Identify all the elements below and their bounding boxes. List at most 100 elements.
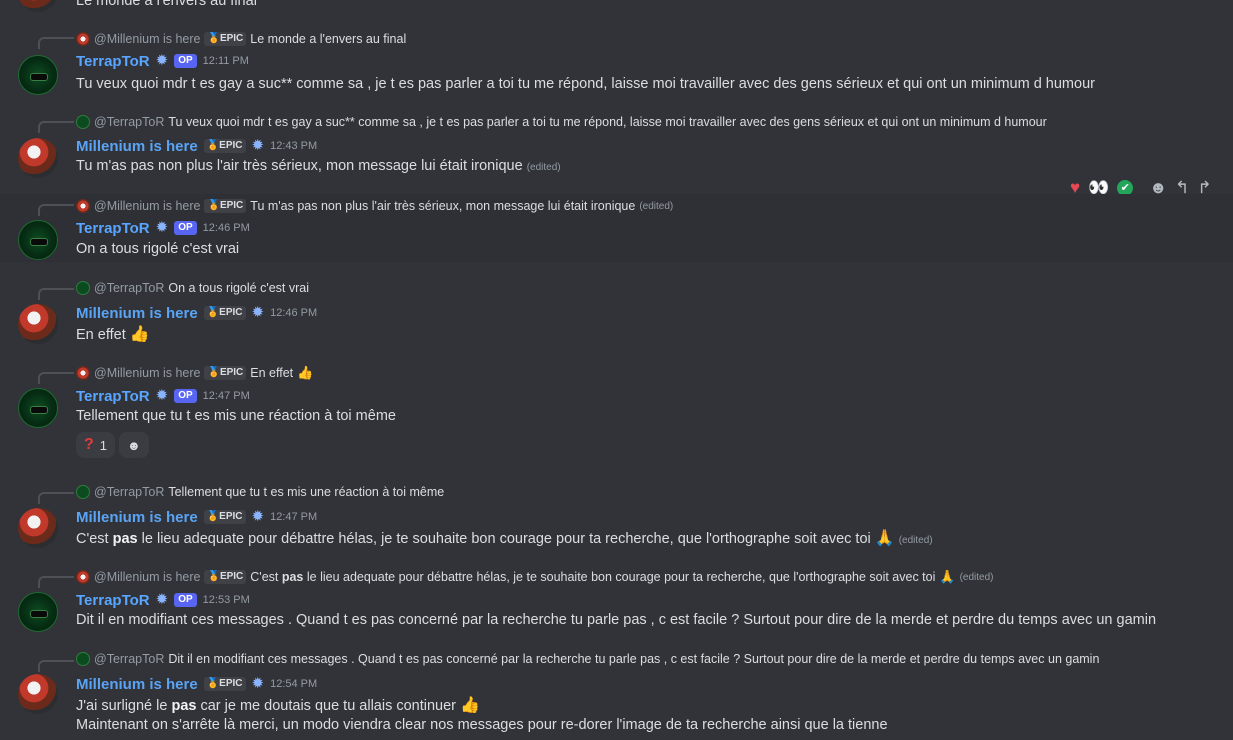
reply-author[interactable]: @TerrapToR [94, 115, 164, 129]
message: @TerrapToR Tu veux quoi mdr t es gay a s… [0, 112, 1233, 182]
reply-author[interactable]: @TerrapToR [94, 281, 164, 295]
reply-author[interactable]: @TerrapToR [94, 652, 164, 666]
message-text: Le monde a l'envers au final [76, 0, 257, 9]
op-tag: OP [174, 221, 197, 235]
reply-avatar [76, 485, 90, 499]
avatar[interactable] [18, 592, 58, 632]
thumbs-up-emoji-icon: 👍 [460, 697, 480, 714]
message-header: Millenium is here 🏅EPIC ✹ 12:47 PM [76, 507, 317, 527]
message: @Millenium is here 🏅EPIC En effet 👍 Terr… [0, 362, 1233, 462]
reply-connector [38, 576, 74, 588]
reply-edited-label: (edited) [959, 571, 994, 583]
reply-preview[interactable]: @TerrapToR On a tous rigolé c'est vrai [76, 280, 309, 296]
reply-avatar [76, 115, 90, 129]
reply-author[interactable]: @Millenium is here [94, 366, 200, 380]
reply-server-tag: 🏅EPIC [204, 570, 247, 584]
reply-author[interactable]: @Millenium is here [94, 199, 200, 213]
message-text: J'ai surligné le pas car je me doutais q… [76, 697, 480, 714]
op-tag: OP [174, 389, 197, 403]
reply-author[interactable]: @TerrapToR [94, 485, 164, 499]
avatar[interactable] [18, 220, 58, 260]
question-mark-icon: ? [84, 436, 94, 453]
reply-preview[interactable]: @Millenium is here 🏅EPIC Le monde a l'en… [76, 31, 406, 47]
thumbs-up-emoji-icon: 👍 [129, 326, 150, 343]
username[interactable]: Millenium is here [76, 138, 198, 155]
gear-badge-icon: ✹ [155, 591, 169, 608]
message-text: Tu veux quoi mdr t es gay a suc** comme … [76, 76, 1095, 92]
username[interactable]: TerrapToR [76, 388, 150, 405]
reply-connector [38, 288, 74, 300]
reply-author[interactable]: @Millenium is here [94, 32, 200, 46]
reply-preview[interactable]: @TerrapToR Dit il en modifiant ces messa… [76, 651, 1099, 667]
avatar[interactable] [18, 0, 58, 12]
message-header: Millenium is here 🏅EPIC ✹ 12:54 PM [76, 674, 317, 694]
avatar[interactable] [18, 674, 58, 714]
add-reaction-button[interactable]: ☻ [119, 432, 149, 458]
reply-preview[interactable]: @TerrapToR Tellement que tu t es mis une… [76, 484, 444, 500]
timestamp[interactable]: 12:11 PM [203, 55, 249, 67]
timestamp[interactable]: 12:46 PM [270, 307, 317, 319]
op-tag: OP [174, 54, 197, 68]
username[interactable]: TerrapToR [76, 220, 150, 237]
message: @TerrapToR On a tous rigolé c'est vrai M… [0, 278, 1233, 348]
gear-badge-icon: ✹ [251, 137, 265, 154]
reply-preview[interactable]: @Millenium is here 🏅EPIC En effet 👍 [76, 365, 313, 381]
gear-badge-icon: ✹ [155, 387, 169, 404]
message-text: Dit il en modifiant ces messages . Quand… [76, 612, 1157, 628]
message: @TerrapToR Tellement que tu t es mis une… [0, 482, 1233, 552]
reply-server-tag: 🏅EPIC [204, 32, 247, 46]
avatar[interactable] [18, 508, 58, 548]
timestamp[interactable]: 12:46 PM [203, 222, 250, 234]
gear-badge-icon: ✹ [251, 675, 265, 692]
timestamp[interactable]: 12:54 PM [270, 678, 317, 690]
pray-emoji-icon: 🙏 [939, 569, 956, 584]
username[interactable]: TerrapToR [76, 53, 150, 70]
reaction-count: 1 [99, 437, 108, 453]
avatar[interactable] [18, 304, 58, 344]
reply-preview[interactable]: @Millenium is here 🏅EPIC C'est pas le li… [76, 569, 993, 585]
reply-text: Tellement que tu t es mis une réaction à… [168, 485, 445, 499]
message-header: TerrapToR ✹ OP 12:53 PM [76, 590, 250, 610]
message-text: C'est pas le lieu adequate pour débattre… [76, 530, 933, 547]
avatar[interactable] [18, 388, 58, 428]
thumbs-up-emoji-icon: 👍 [297, 365, 314, 380]
username[interactable]: TerrapToR [76, 592, 150, 609]
timestamp[interactable]: 12:47 PM [270, 511, 317, 523]
username[interactable]: Millenium is here [76, 676, 198, 693]
timestamp[interactable]: 12:53 PM [203, 594, 250, 606]
add-reaction-icon: ☻ [127, 437, 141, 453]
gear-badge-icon: ✹ [251, 304, 265, 321]
op-tag: OP [174, 593, 197, 607]
reply-preview[interactable]: @Millenium is here 🏅EPIC Tu m'as pas non… [76, 198, 673, 214]
message-header: TerrapToR ✹ OP 12:46 PM [76, 218, 250, 238]
message-text-line2: Maintenant on s'arrête là merci, un modo… [76, 717, 888, 733]
timestamp[interactable]: 12:47 PM [203, 390, 250, 402]
reply-text: En effet [250, 366, 294, 380]
message-header: Millenium is here 🏅EPIC ✹ 12:46 PM [76, 303, 317, 323]
pray-emoji-icon: 🙏 [874, 530, 895, 547]
message-header: TerrapToR ✹ OP 12:11 PM [76, 51, 249, 71]
edited-label: (edited) [526, 162, 561, 173]
gear-badge-icon: ✹ [155, 52, 169, 69]
reply-server-tag: 🏅EPIC [204, 199, 247, 213]
reply-avatar [76, 570, 90, 584]
reaction-question[interactable]: ? 1 [76, 432, 116, 458]
username[interactable]: Millenium is here [76, 305, 198, 322]
avatar[interactable] [18, 138, 58, 178]
reply-avatar [76, 32, 90, 46]
gear-badge-icon: ✹ [251, 508, 265, 525]
reply-connector [38, 492, 74, 504]
message-text: On a tous rigolé c'est vrai [76, 241, 240, 257]
reply-text: C'est pas le lieu adequate pour débattre… [250, 570, 936, 584]
username[interactable]: Millenium is here [76, 509, 198, 526]
reply-connector [38, 372, 74, 384]
reply-preview[interactable]: @TerrapToR Tu veux quoi mdr t es gay a s… [76, 114, 1047, 130]
message-partial: Le monde a l'envers au final [0, 0, 1233, 12]
edited-label: (edited) [898, 535, 933, 546]
reply-text: On a tous rigolé c'est vrai [168, 281, 310, 295]
timestamp[interactable]: 12:43 PM [270, 140, 317, 152]
avatar[interactable] [18, 55, 58, 95]
message: @Millenium is here 🏅EPIC Le monde a l'en… [0, 28, 1233, 98]
reply-author[interactable]: @Millenium is here [94, 570, 200, 584]
reply-avatar [76, 199, 90, 213]
